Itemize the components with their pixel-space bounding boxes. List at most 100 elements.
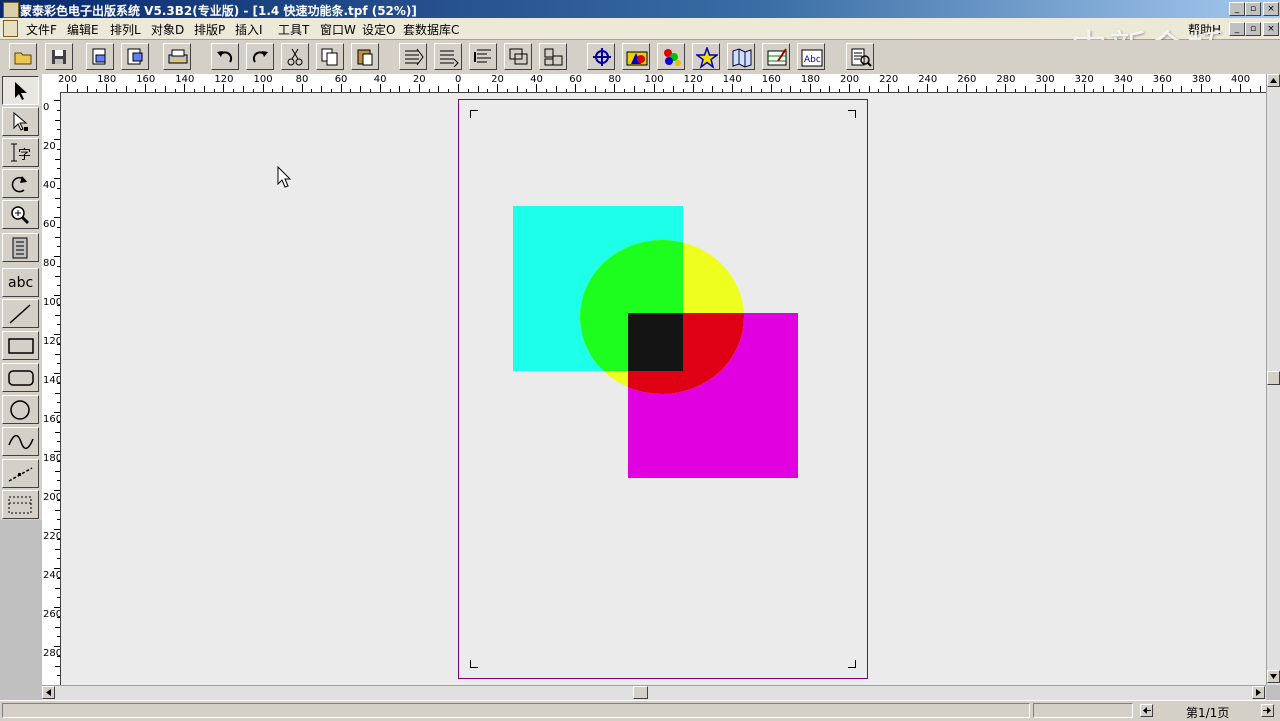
ruler-major-tick [54, 256, 60, 257]
menu-file[interactable]: 文件F [26, 21, 57, 38]
ruler-minor-tick [936, 89, 938, 92]
scroll-up-icon[interactable] [1267, 74, 1280, 87]
ruler-minor-tick [604, 89, 606, 92]
ruler-label: 320 [1074, 74, 1094, 85]
scroll-left-icon[interactable] [42, 686, 55, 699]
ruler-minor-tick [1054, 89, 1056, 92]
menu-settings[interactable]: 设定O [362, 21, 395, 38]
menu-insert[interactable]: 插入I [235, 21, 263, 38]
menu-edit[interactable]: 编辑E [67, 21, 99, 38]
ruler-minor-tick [1093, 89, 1095, 92]
ruler-major-tick [54, 607, 60, 608]
import-icon[interactable] [86, 43, 114, 70]
dashed-line-icon[interactable] [2, 459, 39, 488]
save-disk-icon[interactable] [45, 43, 73, 70]
zoom-icon[interactable] [2, 200, 39, 229]
horizontal-ruler[interactable]: 200 180 160 140 120 100 80 60 40 20 0 20 40 60 80 100 12… [42, 74, 1266, 93]
ruler-minor-tick [555, 86, 557, 92]
rectangle-icon[interactable] [2, 331, 39, 360]
page-icon[interactable] [2, 233, 39, 262]
ruler-minor-tick [995, 89, 997, 92]
vertical-ruler[interactable]: 0 20 40 60 80 100 120 140 160 180 200 220 240 260 280 [42, 92, 61, 685]
ungroup-icon[interactable] [539, 43, 567, 70]
ruler-minor-tick [154, 89, 156, 92]
star-icon[interactable] [692, 43, 720, 70]
next-page-icon[interactable] [1261, 704, 1274, 717]
line-icon[interactable] [2, 299, 39, 328]
ruler-minor-tick [57, 265, 60, 267]
scroll-down-icon[interactable] [1267, 670, 1280, 683]
send-back-icon[interactable] [434, 43, 462, 70]
open-folder-icon[interactable] [9, 43, 37, 70]
doc-minimize-icon[interactable]: _ [1229, 22, 1245, 36]
menu-window[interactable]: 窗口W [320, 21, 356, 38]
preview-icon[interactable] [846, 43, 874, 70]
color-shapes-icon[interactable] [622, 43, 650, 70]
ellipse-icon[interactable] [2, 395, 39, 424]
curve-icon[interactable] [2, 427, 39, 456]
document-icon[interactable] [3, 20, 18, 37]
print-icon[interactable] [163, 43, 191, 70]
ruler-major-tick [54, 646, 60, 647]
ruler-major-tick [809, 84, 811, 92]
color-palette-icon[interactable] [657, 43, 685, 70]
menu-tools[interactable]: 工具T [278, 21, 309, 38]
text-tool-icon[interactable]: 字 [2, 138, 39, 167]
vertical-scrollbar[interactable] [1266, 74, 1280, 685]
group-icon[interactable] [504, 43, 532, 70]
horizontal-scroll-thumb[interactable] [633, 686, 648, 699]
ruler-label: 200 [840, 74, 860, 85]
app-icon[interactable] [3, 2, 19, 18]
ruler-minor-tick [57, 441, 60, 443]
ruler-minor-tick [55, 236, 60, 238]
rounded-rect-icon[interactable] [2, 363, 39, 392]
bring-front-icon[interactable] [399, 43, 427, 70]
ruler-label: 20 [412, 74, 426, 85]
close-icon[interactable]: × [1263, 2, 1279, 16]
ruler-minor-tick [57, 324, 60, 326]
ruler-minor-tick [448, 89, 450, 92]
ruler-major-tick [653, 84, 655, 92]
mouse-cursor-icon [277, 166, 292, 188]
move-crosshair-icon[interactable] [587, 43, 615, 70]
scroll-right-icon[interactable] [1252, 686, 1265, 699]
menu-arrange[interactable]: 排列L [110, 21, 141, 38]
horizontal-scrollbar[interactable] [42, 685, 1266, 700]
ruler-minor-tick [135, 89, 137, 92]
abc-text-icon[interactable]: abc [2, 268, 39, 297]
cut-icon[interactable] [281, 43, 309, 70]
table-frame-icon[interactable] [2, 490, 39, 519]
edit-table-icon[interactable] [762, 43, 790, 70]
ruler-minor-tick [673, 86, 675, 92]
paste-icon[interactable] [351, 43, 379, 70]
ruler-minor-tick [57, 304, 60, 306]
menu-object[interactable]: 对象D [151, 21, 184, 38]
maximize-icon[interactable]: ▫ [1245, 2, 1261, 16]
flow-text-icon[interactable] [469, 43, 497, 70]
ruler-label: 80 [43, 258, 56, 269]
ruler-minor-tick [976, 89, 978, 92]
ruler-major-tick [145, 84, 147, 92]
node-select-icon[interactable] [2, 107, 39, 136]
ruler-major-tick [262, 84, 264, 92]
undo-icon[interactable] [211, 43, 239, 70]
vertical-scroll-thumb[interactable] [1267, 371, 1280, 385]
copy-icon[interactable] [316, 43, 344, 70]
menu-database[interactable]: 套数据库C [403, 21, 459, 38]
rotate-icon[interactable] [2, 169, 39, 198]
doc-close-icon[interactable]: × [1263, 22, 1279, 36]
menu-typeset[interactable]: 排版P [194, 21, 225, 38]
ruler-label: 40 [373, 74, 387, 85]
export-icon[interactable] [121, 43, 149, 70]
ruler-minor-tick [946, 86, 948, 92]
ruler-minor-tick [233, 89, 235, 92]
prev-page-icon[interactable] [1140, 704, 1153, 717]
map-icon[interactable] [727, 43, 755, 70]
doc-restore-icon[interactable]: ▫ [1245, 22, 1261, 36]
ruler-label: 180 [800, 74, 820, 85]
minimize-icon[interactable]: _ [1229, 2, 1245, 16]
redo-icon[interactable] [246, 43, 274, 70]
abc-grid-icon[interactable]: Abc [797, 43, 825, 70]
ruler-label: 220 [43, 531, 61, 542]
arrow-select-icon[interactable] [2, 76, 39, 105]
